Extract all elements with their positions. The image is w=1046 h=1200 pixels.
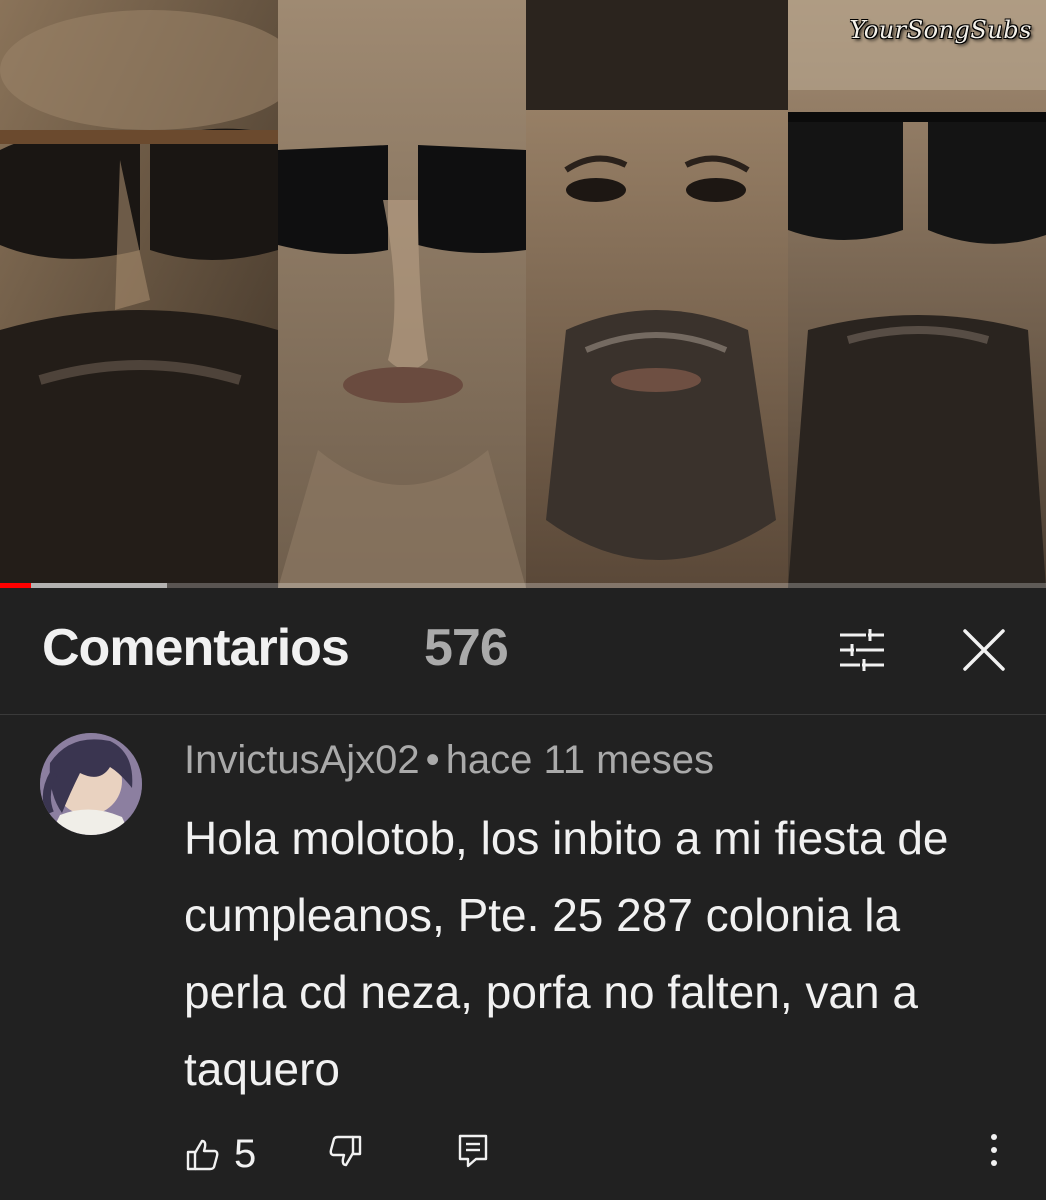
close-icon [963, 629, 1005, 671]
comment-text: Hola molotob, los inbito a mi fiesta de … [184, 812, 949, 1095]
video-frame-face-1 [0, 0, 278, 588]
comment-author[interactable]: InvictusAjx02 [184, 738, 420, 782]
more-options-button[interactable] [988, 1132, 1000, 1168]
like-button[interactable]: 5 [186, 1132, 256, 1177]
meta-separator: • [425, 738, 440, 782]
comment-timestamp[interactable]: hace 11 meses [446, 738, 714, 782]
video-frame-face-4 [788, 0, 1046, 588]
more-vertical-icon [991, 1134, 997, 1166]
comments-title: Comentarios [42, 619, 350, 677]
comments-header: Comentarios 576 [0, 588, 1046, 715]
video-player[interactable]: YourSongSubs [0, 0, 1046, 588]
reply-comment-icon [458, 1134, 488, 1168]
sort-filter-button[interactable] [830, 618, 894, 682]
video-frame-face-3 [526, 0, 788, 588]
reply-button[interactable] [458, 1134, 488, 1168]
like-count: 5 [234, 1132, 257, 1176]
comment-meta: InvictusAjx02 • hace 11 meses [184, 738, 714, 783]
thumb-up-icon [186, 1139, 219, 1170]
dislike-button[interactable] [328, 1134, 362, 1168]
avatar[interactable] [40, 733, 142, 835]
comments-count: 576 [424, 619, 509, 677]
channel-watermark: YourSongSubs [849, 16, 1032, 44]
comment-actions: 5 [0, 1124, 1046, 1184]
close-button[interactable] [952, 618, 1016, 682]
video-frame-face-2 [278, 0, 526, 588]
filter-sliders-icon [840, 629, 884, 671]
thumb-down-icon [329, 1135, 362, 1167]
